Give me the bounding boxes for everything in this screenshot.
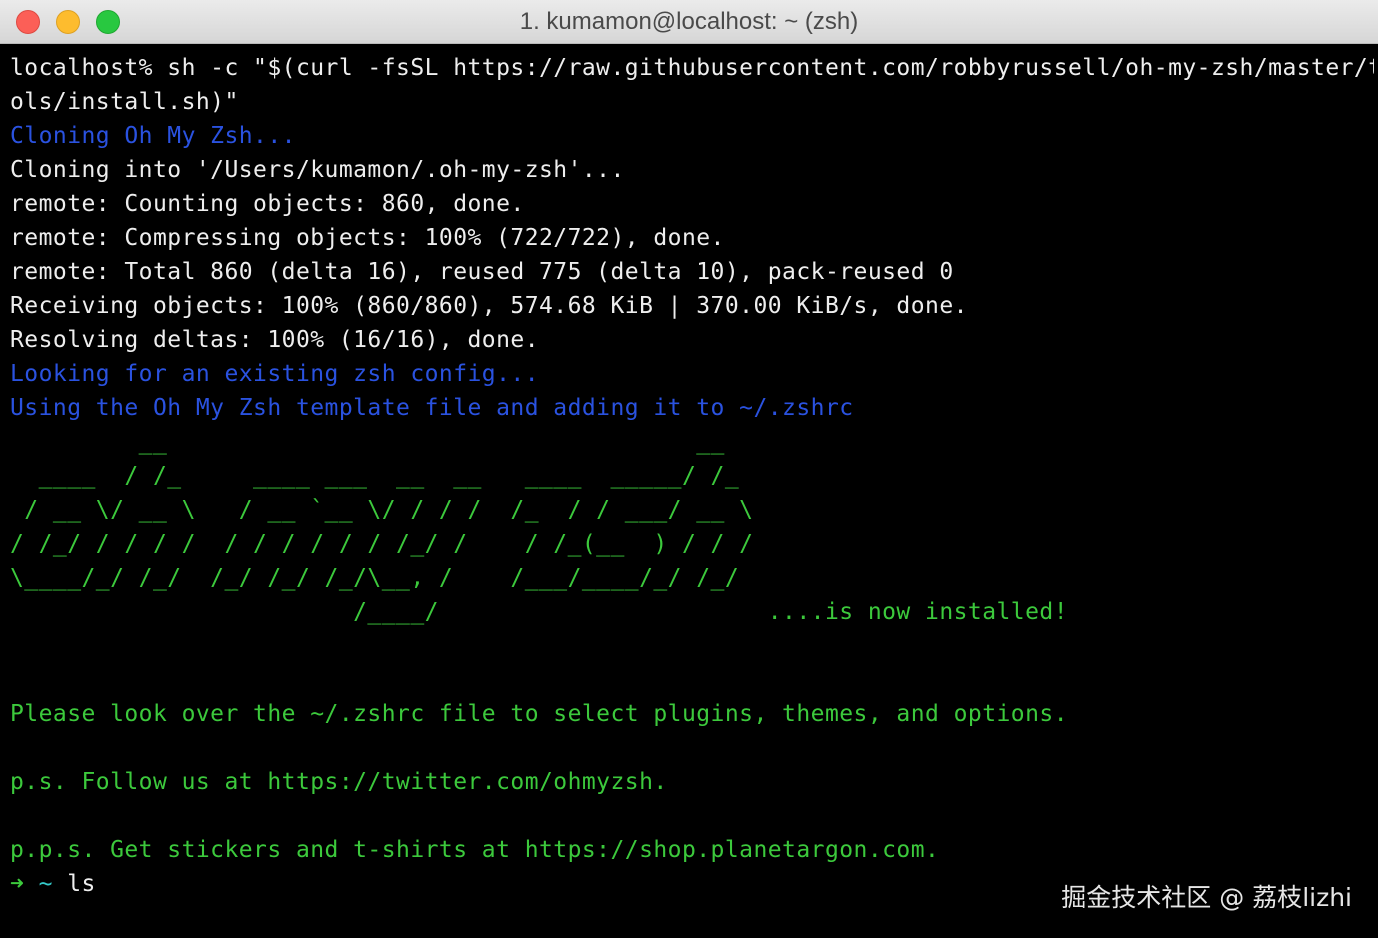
terminal-line: p.p.s. Get stickers and t-shirts at http… [10,837,940,863]
watermark: 掘金技术社区 @ 荔枝lizhi [1061,883,1352,912]
prompt-arrow-icon: ➜ [10,871,25,897]
terminal-line: remote: Total 860 (delta 16), reused 775… [10,259,954,285]
terminal-line: Please look over the ~/.zshrc file to se… [10,701,1068,727]
title-bar[interactable]: 1. kumamon@localhost: ~ (zsh) [0,0,1378,44]
terminal-line: Receiving objects: 100% (860/860), 574.6… [10,293,968,319]
terminal-window: 1. kumamon@localhost: ~ (zsh) localhost%… [0,0,1378,938]
terminal-line: __ __ [10,429,725,455]
prompt-command: ls [67,871,96,897]
prompt-cwd: ~ [38,871,53,897]
terminal-line: Cloning Oh My Zsh... [10,123,296,149]
terminal-line: ols/install.sh)" [10,89,239,115]
terminal-line: remote: Compressing objects: 100% (722/7… [10,225,725,251]
window-title: 1. kumamon@localhost: ~ (zsh) [519,8,859,35]
terminal-line: ____ / /_ ____ ___ __ __ ____ _____/ /_ [10,463,740,489]
terminal-line: remote: Counting objects: 860, done. [10,191,525,217]
terminal-line: / /_/ / / / / / / / / / / /_/ / / /_(__ … [10,531,754,557]
terminal-line: Using the Oh My Zsh template file and ad… [10,395,854,421]
terminal-line: localhost% sh -c "$(curl -fsSL https://r… [10,55,1374,81]
terminal-line: / __ \/ __ \ / __ `__ \/ / / / /_ / / __… [10,497,754,523]
terminal-line: /____/ ....is now installed! [10,599,1068,625]
terminal-line: \____/_/ /_/ /_/ /_/ /_/\__, / /___/____… [10,565,740,591]
terminal-line: Looking for an existing zsh config... [10,361,539,387]
terminal-line: Resolving deltas: 100% (16/16), done. [10,327,539,353]
terminal-line: p.s. Follow us at https://twitter.com/oh… [10,769,668,795]
terminal-line: Cloning into '/Users/kumamon/.oh-my-zsh'… [10,157,625,183]
terminal-output[interactable]: localhost% sh -c "$(curl -fsSL https://r… [10,51,1374,901]
